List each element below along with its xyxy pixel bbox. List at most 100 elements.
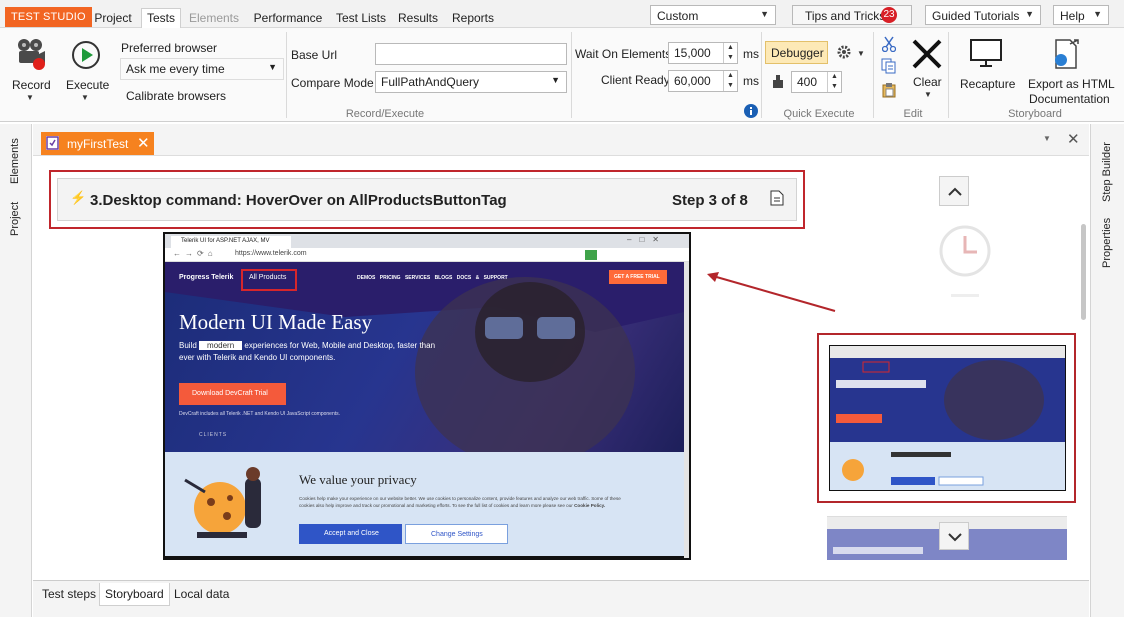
gear-icon[interactable] [836, 44, 852, 63]
client-ready-label: Client Ready [601, 73, 670, 87]
browser-address-bar: ←→⟳⌂ https://www.telerik.com [165, 248, 689, 262]
step-screenshot[interactable]: Telerik UI for ASP.NET AJAX, MV –□✕ ←→⟳⌂… [163, 232, 691, 560]
debugger-toggle[interactable]: Debugger [765, 41, 828, 64]
download-trial-button[interactable]: Download DevCraft Trial [179, 383, 286, 405]
document-tab-title: myFirstTest [67, 137, 129, 151]
layout-select[interactable]: Custom ▼ [650, 5, 776, 25]
export-label-line1: Export as HTML [1028, 77, 1115, 91]
tab-overflow-icon[interactable]: ▼ [1043, 134, 1051, 143]
accept-and-close-button[interactable]: Accept and Close [299, 524, 402, 544]
right-sidebar: Step Builder Properties [1090, 124, 1124, 617]
document-tab-bar: myFirstTest ✕ ▼ ✕ [33, 124, 1089, 156]
spinner-arrows-icon[interactable]: ▲ ▼ [723, 71, 737, 91]
help-select[interactable]: Help ▼ [1053, 5, 1109, 25]
element-highlight-box [241, 269, 297, 291]
divider [873, 32, 874, 118]
tab-test-steps[interactable]: Test steps [37, 583, 101, 606]
tab-project[interactable]: Project [88, 8, 138, 28]
sidebar-item-properties[interactable]: Properties [1101, 218, 1113, 268]
client-ready-input[interactable]: 60,000 ▲ ▼ [668, 70, 738, 92]
step-title: 3.Desktop command: HoverOver on AllProdu… [90, 192, 507, 209]
base-url-label: Base Url [291, 48, 338, 62]
site-nav: DEMOS PRICING SERVICES BLOGS DOCS & SUPP… [357, 275, 508, 281]
edit-caption: Edit [903, 108, 923, 120]
nav-services[interactable]: SERVICES [405, 275, 430, 281]
test-studio-window: TEST STUDIO Project Tests Elements Perfo… [0, 0, 1124, 617]
base-url-input[interactable] [375, 43, 567, 65]
spinner-arrows-icon[interactable]: ▲ ▼ [723, 43, 737, 63]
ms-unit-label: ms [743, 74, 759, 88]
brand-label: TEST STUDIO [5, 7, 92, 27]
quick-execute-input[interactable]: 400 ▲ ▼ [791, 71, 842, 93]
document-tab[interactable]: myFirstTest ✕ [41, 132, 154, 155]
tab-storyboard[interactable]: Storyboard [99, 583, 170, 606]
step-details-icon[interactable] [770, 190, 784, 209]
pointer-arrow [707, 272, 836, 312]
ribbon: Record ▼ Execute ▼ Preferred browser Ask… [0, 28, 1124, 122]
close-panel-icon[interactable]: ✕ [1067, 130, 1080, 148]
browser-tab: Telerik UI for ASP.NET AJAX, MV [171, 236, 291, 248]
execute-play-icon[interactable] [71, 40, 101, 73]
record-camera-icon[interactable] [15, 37, 49, 74]
recapture-screen-icon[interactable] [970, 39, 1002, 70]
chevron-up-icon [948, 187, 962, 196]
scroll-down-button[interactable] [939, 522, 969, 550]
tab-elements[interactable]: Elements [186, 8, 242, 28]
chevron-down-icon[interactable]: ▼ [924, 90, 932, 99]
export-html-icon[interactable] [1050, 38, 1082, 73]
screenshot-scrollbar [684, 262, 689, 558]
hero-title: Modern UI Made Easy [179, 310, 373, 334]
history-clock-icon [939, 225, 991, 297]
tab-reports[interactable]: Reports [448, 8, 498, 28]
tab-performance[interactable]: Performance [250, 8, 326, 28]
nav-pricing[interactable]: PRICING [380, 275, 401, 281]
chevron-down-icon[interactable]: ▼ [857, 49, 865, 58]
clients-label: CLIENTS [199, 432, 228, 438]
wait-on-elements-input[interactable]: 15,000 ▲ ▼ [668, 42, 738, 64]
sidebar-item-step-builder[interactable]: Step Builder [1101, 142, 1113, 202]
preferred-browser-select[interactable]: Ask me every time ▼ [120, 58, 284, 80]
nav-docs-support[interactable]: DOCS & SUPPORT [457, 275, 508, 281]
change-settings-button[interactable]: Change Settings [405, 524, 508, 544]
chevron-down-icon [948, 533, 962, 542]
spinner-arrows-icon[interactable]: ▲ ▼ [827, 72, 841, 92]
thumbnail-loading[interactable] [913, 218, 1013, 308]
notification-badge: 23 [881, 7, 897, 23]
hero-highlight-word: modern [199, 341, 243, 350]
hero-note: DevCraft includes all Telerik .NET and K… [179, 411, 341, 417]
test-file-icon [46, 136, 59, 150]
guided-tutorials-select[interactable]: Guided Tutorials ▼ [925, 5, 1041, 25]
compare-mode-select[interactable]: FullPathAndQuery ▼ [375, 71, 567, 93]
canvas-scrollbar-thumb[interactable] [1081, 224, 1086, 320]
chevron-down-icon[interactable]: ▼ [81, 93, 89, 102]
calibrate-browsers-button[interactable]: Calibrate browsers [126, 89, 226, 103]
tab-results[interactable]: Results [395, 8, 441, 28]
tips-and-tricks-button[interactable]: Tips and Tricks 23 [792, 5, 912, 25]
tab-local-data[interactable]: Local data [169, 583, 234, 606]
privacy-text: Cookies help make your experience on our… [299, 496, 621, 508]
free-trial-button[interactable]: GET A FREE TRIAL [609, 270, 667, 284]
hero-subtitle-line2: ever with Telerik and Kendo UI component… [179, 353, 336, 362]
thumbnail-current[interactable] [817, 333, 1076, 503]
close-tab-icon[interactable]: ✕ [137, 134, 150, 152]
info-icon[interactable] [744, 104, 758, 121]
paste-icon[interactable] [882, 82, 896, 101]
sidebar-item-elements[interactable]: Elements [9, 138, 21, 184]
hero-subtitle-line1: Build modern experiences for Web, Mobile… [179, 341, 436, 350]
chevron-down-icon[interactable]: ▼ [26, 93, 34, 102]
tab-test-lists[interactable]: Test Lists [332, 8, 390, 28]
left-sidebar: Elements Project [0, 124, 32, 617]
sidebar-item-project[interactable]: Project [9, 202, 21, 236]
cookie-policy-link[interactable]: Cookie Policy. [574, 503, 605, 508]
nav-blogs[interactable]: BLOGS [435, 275, 453, 281]
clear-x-icon[interactable] [910, 37, 944, 74]
chevron-down-icon: ▼ [1093, 9, 1102, 19]
copy-icon[interactable] [881, 58, 897, 77]
browser-url: https://www.telerik.com [235, 250, 307, 257]
cut-icon[interactable] [881, 36, 897, 55]
scroll-up-button[interactable] [939, 176, 969, 206]
nav-demos[interactable]: DEMOS [357, 275, 375, 281]
recapture-label: Recapture [960, 77, 1016, 91]
tab-tests[interactable]: Tests [141, 8, 181, 28]
privacy-illustration [184, 467, 261, 538]
